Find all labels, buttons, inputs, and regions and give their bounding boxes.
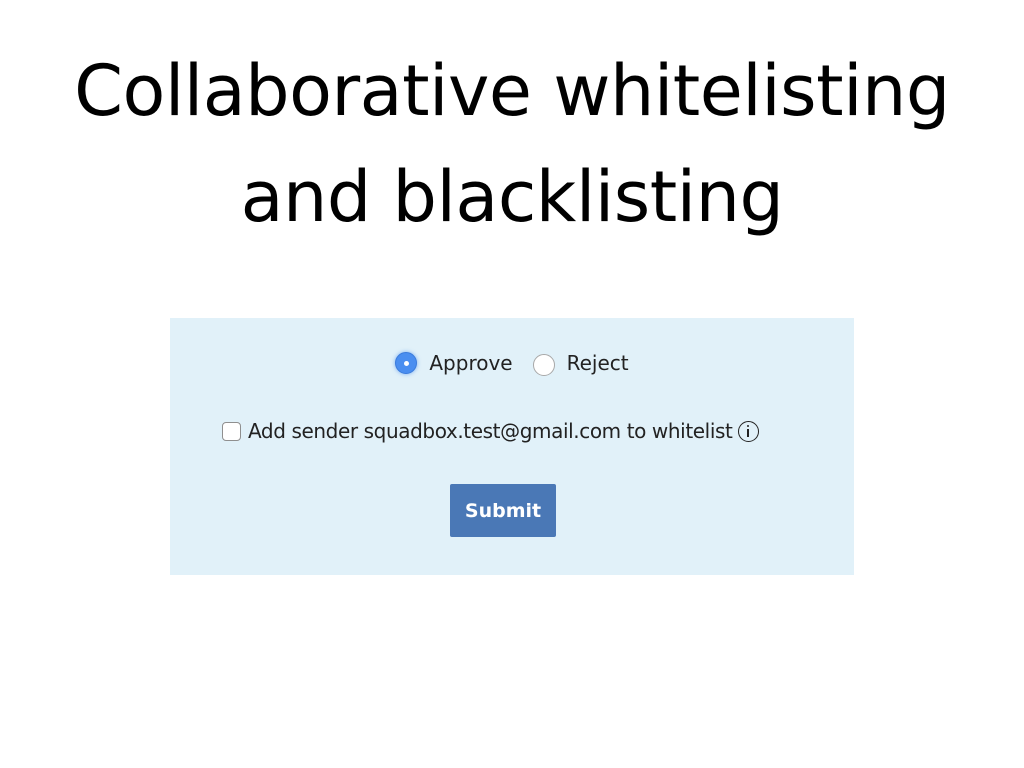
- approve-option[interactable]: Approve: [395, 351, 513, 375]
- slide-title-line-2: and blacklisting: [240, 156, 784, 238]
- submit-button[interactable]: Submit: [450, 484, 556, 537]
- whitelist-checkbox[interactable]: [222, 421, 241, 441]
- approve-radio[interactable]: [395, 352, 418, 374]
- reject-label: Reject: [566, 351, 629, 375]
- decision-radio-group: Approve Reject: [170, 348, 854, 378]
- approve-label: Approve: [429, 351, 513, 375]
- info-icon[interactable]: [738, 420, 760, 442]
- reject-option[interactable]: Reject: [532, 350, 629, 376]
- reject-radio[interactable]: [532, 354, 555, 376]
- slide-title: Collaborative whitelisting and blacklist…: [0, 38, 1024, 250]
- slide-title-line-1: Collaborative whitelisting: [74, 50, 950, 132]
- whitelist-checkbox-label: Add sender squadbox.test@gmail.com to wh…: [248, 419, 733, 443]
- moderation-form-panel: Approve Reject Add sender squadbox.test@…: [170, 318, 854, 575]
- whitelist-checkbox-row: Add sender squadbox.test@gmail.com to wh…: [222, 416, 760, 446]
